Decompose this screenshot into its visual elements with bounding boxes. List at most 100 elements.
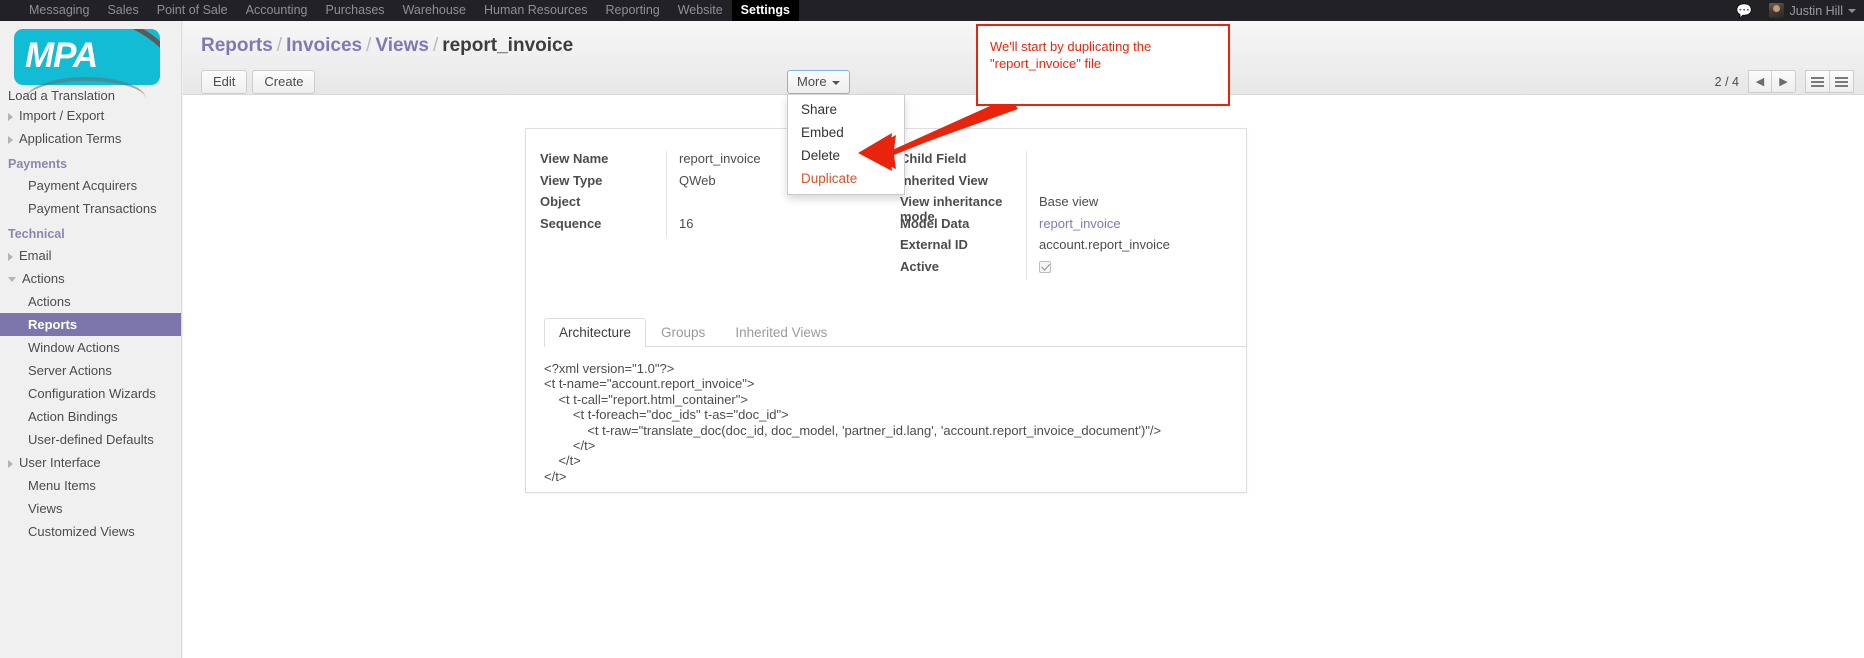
field-row: View inheritance mode Base view xyxy=(886,194,1246,224)
sidebar-item-configuration-wizards[interactable]: Configuration Wizards xyxy=(0,382,181,405)
chevron-right-icon[interactable] xyxy=(8,135,13,144)
field-row: External ID account.report_invoice xyxy=(886,237,1246,259)
create-button[interactable]: Create xyxy=(252,70,316,94)
more-button[interactable]: More xyxy=(787,70,850,94)
sidebar-item-menu-items[interactable]: Menu Items xyxy=(0,474,181,497)
form-view-button[interactable] xyxy=(1829,70,1854,93)
sidebar-item-label: Customized Views xyxy=(28,524,135,539)
app-menu-item-settings[interactable]: Settings xyxy=(731,0,799,21)
field-value-view-inheritance-mode: Base view xyxy=(1026,194,1246,216)
avatar[interactable] xyxy=(1768,3,1784,18)
list-view-button[interactable] xyxy=(1805,70,1830,93)
pager-count: 2 / 4 xyxy=(1714,74,1739,89)
field-row: Inherited View xyxy=(886,172,1246,194)
sidebar: MPA Load a Translation Import / Export App… xyxy=(0,21,182,658)
annotation-callout: We'll start by duplicating the "report_i… xyxy=(976,24,1230,106)
sidebar-item-reports[interactable]: Reports xyxy=(0,313,181,336)
field-value-active[interactable] xyxy=(1026,258,1246,280)
tab-architecture[interactable]: Architecture xyxy=(544,318,647,347)
sidebar-item-views[interactable]: Views xyxy=(0,497,181,520)
sidebar-item-label: Reports xyxy=(28,317,78,332)
chevron-down-icon[interactable] xyxy=(8,277,16,283)
sidebar-item-label: Window Actions xyxy=(28,340,120,355)
field-label-sequence: Sequence xyxy=(540,215,602,231)
breadcrumb-item-report_invoice: report_invoice xyxy=(442,35,574,56)
chevron-right-icon[interactable] xyxy=(8,252,13,261)
pager-previous-button[interactable]: ◀ xyxy=(1748,70,1772,93)
sidebar-nav: Load a Translation Import / Export Applica… xyxy=(0,89,181,543)
sidebar-item-window-actions[interactable]: Window Actions xyxy=(0,336,181,359)
field-row: Object xyxy=(526,194,886,216)
action-buttons: Edit Create xyxy=(201,70,316,94)
sidebar-item-label: Menu Items xyxy=(28,478,96,493)
tab-groups[interactable]: Groups xyxy=(646,318,720,347)
sidebar-item-user-interface[interactable]: User Interface xyxy=(0,451,181,474)
sidebar-item-customized-views[interactable]: Customized Views xyxy=(0,520,181,543)
sidebar-item-actions[interactable]: Actions xyxy=(0,267,181,290)
field-value-external-id: account.report_invoice xyxy=(1026,237,1246,259)
top-right-area: 💬 Justin Hill xyxy=(1736,0,1864,21)
tab-inherited-views[interactable]: Inherited Views xyxy=(720,318,842,347)
logo[interactable]: MPA xyxy=(0,21,181,89)
field-value-model-data[interactable]: report_invoice xyxy=(1026,215,1246,237)
field-label-external-id: External ID xyxy=(900,237,968,252)
sidebar-item-user-defined-defaults[interactable]: User-defined Defaults xyxy=(0,428,181,451)
sidebar-item-label: Views xyxy=(28,501,63,516)
red-arrow-pointer xyxy=(858,97,1018,171)
breadcrumb-separator: / xyxy=(366,35,372,56)
chevron-down-icon xyxy=(831,80,840,85)
sidebar-item-payment-acquirers[interactable]: Payment Acquirers xyxy=(0,174,181,197)
notebook-tabs: Architecture Groups Inherited Views xyxy=(544,318,1246,347)
field-value-object xyxy=(666,194,886,216)
chevron-down-icon[interactable] xyxy=(1848,8,1856,13)
architecture-code[interactable]: <?xml version="1.0"?> <t t-name="account… xyxy=(526,347,1246,484)
sidebar-item-label: Payment Acquirers xyxy=(28,178,138,193)
field-value-sequence: 16 xyxy=(666,215,886,237)
app-menu-item-sales[interactable]: Sales xyxy=(98,0,147,21)
chevron-right-icon[interactable] xyxy=(8,112,13,121)
app-menu-item-purchases[interactable]: Purchases xyxy=(316,0,393,21)
sidebar-item-label: Email xyxy=(19,248,52,263)
field-value-child-field xyxy=(1026,151,1246,173)
top-navigation-bar: Messaging Sales Point of Sale Accounting Pur… xyxy=(0,0,1864,21)
field-label-model-data: Model Data xyxy=(900,215,970,231)
field-value-inherited-view xyxy=(1026,172,1246,194)
app-menu-item-human-resources[interactable]: Human Resources xyxy=(475,0,597,21)
user-menu-label[interactable]: Justin Hill xyxy=(1790,4,1844,18)
breadcrumb-item-reports[interactable]: Reports xyxy=(201,35,273,56)
edit-button[interactable]: Edit xyxy=(201,70,248,94)
more-button-label: More xyxy=(797,74,827,89)
sidebar-item-server-actions[interactable]: Server Actions xyxy=(0,359,181,382)
sidebar-item-label: User Interface xyxy=(19,455,101,470)
field-row: Sequence 16 xyxy=(526,215,886,237)
list-view-icon xyxy=(1811,75,1824,89)
sidebar-item-application-terms[interactable]: Application Terms xyxy=(0,127,181,150)
sidebar-item-email[interactable]: Email xyxy=(0,244,181,267)
sidebar-item-actions[interactable]: Actions xyxy=(0,290,181,313)
app-menu-item-messaging[interactable]: Messaging xyxy=(20,0,98,21)
pager-next-button[interactable]: ▶ xyxy=(1772,70,1796,93)
sidebar-item-label: Payment Transactions xyxy=(28,201,157,216)
field-label-active: Active xyxy=(900,258,940,274)
sidebar-item-label: Server Actions xyxy=(28,363,112,378)
sidebar-group-payments: Payments xyxy=(8,157,68,171)
active-checkbox[interactable] xyxy=(1039,260,1051,273)
sidebar-item-label: Actions xyxy=(22,271,65,286)
app-menu-item-reporting[interactable]: Reporting xyxy=(597,0,669,21)
app-menu-item-accounting[interactable]: Accounting xyxy=(237,0,317,21)
field-row: Active xyxy=(886,258,1246,280)
breadcrumb-item-invoices[interactable]: Invoices xyxy=(286,35,362,56)
pager: 2 / 4 ◀ ▶ xyxy=(1715,70,1854,93)
app-menu-item-warehouse[interactable]: Warehouse xyxy=(394,0,475,21)
chevron-right-icon[interactable] xyxy=(8,459,13,468)
app-menu-item-point-of-sale[interactable]: Point of Sale xyxy=(148,0,237,21)
messages-icon[interactable]: 💬 xyxy=(1736,4,1752,17)
sidebar-item-import-export[interactable]: Import / Export xyxy=(0,104,181,127)
sidebar-group-technical: Technical xyxy=(8,227,65,241)
breadcrumb-item-views[interactable]: Views xyxy=(375,35,429,56)
form-view-icon xyxy=(1835,75,1848,89)
app-menu-item-website[interactable]: Website xyxy=(669,0,732,21)
sidebar-item-payment-transactions[interactable]: Payment Transactions xyxy=(0,197,181,220)
sidebar-item-label: User-defined Defaults xyxy=(28,432,154,447)
sidebar-item-action-bindings[interactable]: Action Bindings xyxy=(0,405,181,428)
